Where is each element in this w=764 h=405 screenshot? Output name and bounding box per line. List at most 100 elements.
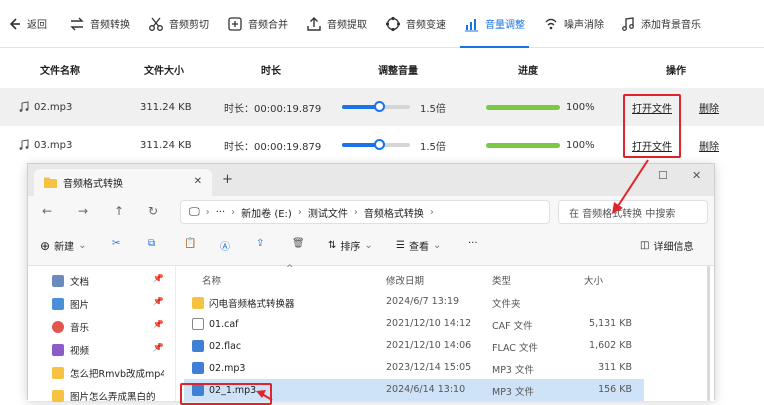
explorer-tab-title: 音频格式转换	[63, 179, 123, 190]
address-bar[interactable]: 🖵 › ··· › 新加卷 (E:) › 测试文件 › 音频格式转换 ›	[180, 200, 550, 224]
table-header: 文件名称 文件大小 时长 调整音量 进度 操作	[0, 52, 764, 86]
sort-button[interactable]: ⇅ 排序 ⌄	[328, 238, 373, 253]
volume-slider[interactable]	[342, 139, 410, 150]
audio-cut-button[interactable]: 音频剪切	[142, 0, 215, 48]
up-arrow-icon[interactable]: ↑	[114, 204, 124, 218]
back-arrow-icon[interactable]: ←	[42, 204, 52, 218]
file-row[interactable]: 01.caf 2021/12/10 14:12 CAF 文件 5,131 KB	[184, 313, 644, 335]
explorer-body: 文档 📌 图片 📌 音乐 📌 视频 📌 怎么把Rmvb改成mp4格	[28, 264, 716, 403]
add-bgm-button[interactable]: 添加背景音乐	[614, 0, 707, 48]
ellipsis-icon: ···	[215, 206, 226, 218]
volume-bars-icon	[465, 18, 478, 31]
col-size[interactable]: 大小	[584, 273, 603, 287]
refresh-icon[interactable]: ↻	[148, 204, 158, 218]
nav-label: 音乐	[70, 323, 90, 334]
file-row[interactable]: 闪电音频格式转换器 2024/6/7 13:19 文件夹	[184, 291, 644, 313]
path-segment[interactable]: 测试文件	[308, 205, 348, 220]
vertical-scrollbar[interactable]	[707, 266, 710, 401]
copy-icon: ⧉	[148, 238, 156, 249]
volume-adjust-tab[interactable]: 音量调整	[458, 0, 531, 48]
col-name[interactable]: 名称	[202, 273, 221, 287]
file-row[interactable]: 02.flac 2021/12/10 14:06 FLAC 文件 1,602 K…	[184, 335, 644, 357]
pin-icon[interactable]: 📌	[153, 274, 164, 284]
volume-slider-knob[interactable]	[374, 139, 386, 150]
back-button[interactable]: 返回	[0, 0, 53, 48]
cut-button[interactable]: ✂	[112, 238, 120, 249]
new-button[interactable]: ⊕ 新建 ⌄	[40, 238, 86, 254]
file-row[interactable]: 02.mp3 2023/12/14 15:05 MP3 文件 311 KB	[184, 357, 644, 379]
view-button[interactable]: ☰ 查看 ⌄	[396, 238, 441, 253]
file-type: MP3 文件	[492, 365, 534, 376]
pin-icon[interactable]: 📌	[153, 343, 164, 353]
audio-extract-button[interactable]: 音频提取	[300, 0, 373, 48]
delete-link[interactable]: 删除	[699, 138, 719, 153]
file-duration: 时长：00:00:19.879	[224, 103, 322, 115]
delete-button[interactable]: 🗑	[292, 238, 305, 249]
file-size: 5,131 KB	[589, 318, 632, 329]
chevron-right-icon: ›	[353, 206, 358, 218]
nav-item-videos[interactable]: 视频 📌	[52, 343, 164, 357]
pin-icon[interactable]: 📌	[153, 320, 164, 330]
file-date: 2021/12/10 14:12	[386, 318, 472, 329]
chevron-right-icon: ›	[297, 206, 302, 218]
nav-item-folder[interactable]: 怎么把Rmvb改成mp4格	[52, 366, 164, 380]
noise-removal-button[interactable]: 噪声消除	[537, 0, 610, 48]
col-modified[interactable]: 修改日期	[386, 273, 424, 287]
audio-convert-button[interactable]: 音频转换	[63, 0, 136, 48]
more-button[interactable]: ···	[468, 238, 478, 249]
view-icon: ☰	[396, 240, 405, 251]
file-name-cell: 闪电音频格式转换器	[192, 296, 295, 310]
progress-bar	[486, 104, 560, 110]
paste-button[interactable]: 📋	[184, 238, 196, 249]
col-duration: 时长	[261, 65, 281, 77]
file-name-cell: 02.flac	[192, 340, 241, 352]
new-tab-icon[interactable]: +	[222, 172, 233, 187]
file-list-header: 名称 ^ 修改日期 类型 大小	[176, 264, 716, 290]
progress-bar	[486, 142, 560, 148]
nav-item-pictures[interactable]: 图片 📌	[52, 297, 164, 311]
document-icon	[52, 275, 64, 287]
explorer-tab[interactable]: 音频格式转换 ✕	[34, 169, 212, 196]
path-segment[interactable]: 新加卷 (E:)	[241, 205, 292, 220]
file-name: 03.mp3	[34, 139, 73, 151]
nav-item-folder[interactable]: 图片怎么弄成黑白的	[52, 389, 164, 403]
close-window-icon[interactable]: ✕	[692, 169, 701, 182]
volume-slider[interactable]	[342, 101, 410, 112]
col-file-size: 文件大小	[144, 65, 184, 77]
audio-file-icon	[19, 139, 29, 150]
pin-icon[interactable]: 📌	[153, 297, 164, 307]
audio-merge-label: 音频合并	[248, 20, 288, 31]
copy-button[interactable]: ⧉	[148, 238, 155, 249]
audio-file-icon	[192, 340, 204, 352]
file-name-cell: 01.caf	[192, 318, 239, 330]
details-button[interactable]: ◫ 详细信息	[640, 238, 693, 253]
maximize-icon[interactable]: ☐	[658, 169, 668, 182]
progress-value: 100%	[566, 139, 595, 151]
search-input[interactable]: 在 音频格式转换 中搜索	[558, 200, 708, 224]
sort-label: 排序	[340, 242, 361, 253]
volume-slider-knob[interactable]	[374, 101, 386, 112]
audio-speed-button[interactable]: 音频变速	[379, 0, 452, 48]
col-progress: 进度	[518, 65, 538, 77]
path-segment[interactable]: 音频格式转换	[364, 205, 424, 220]
toolbar: 返回 音频转换 音频剪切 音频合并 音频提取 音频变速 音量调整 噪声消除 添加…	[0, 0, 764, 48]
nav-item-documents[interactable]: 文档 📌	[52, 274, 164, 288]
view-label: 查看	[408, 242, 429, 253]
nav-label: 怎么把Rmvb改成mp4格	[70, 369, 164, 380]
speed-icon	[385, 16, 401, 31]
close-tab-icon[interactable]: ✕	[194, 176, 202, 187]
forward-arrow-icon[interactable]: →	[78, 204, 88, 218]
file-size: 156 KB	[598, 384, 632, 395]
chevron-down-icon: ⌄	[432, 240, 442, 251]
rename-button[interactable]: Ⓐ	[220, 238, 230, 253]
audio-cut-label: 音频剪切	[169, 20, 209, 31]
audio-merge-button[interactable]: 音频合并	[221, 0, 294, 48]
share-button[interactable]: ⇪	[256, 238, 264, 249]
file-duration: 时长：00:00:19.879	[224, 141, 322, 153]
add-bgm-label: 添加背景音乐	[641, 20, 701, 31]
progress-cell: 100%	[486, 102, 595, 113]
nav-item-music[interactable]: 音乐 📌	[52, 320, 164, 334]
delete-link[interactable]: 删除	[699, 100, 719, 115]
file-type: 文件夹	[492, 299, 521, 310]
col-type[interactable]: 类型	[492, 273, 511, 287]
